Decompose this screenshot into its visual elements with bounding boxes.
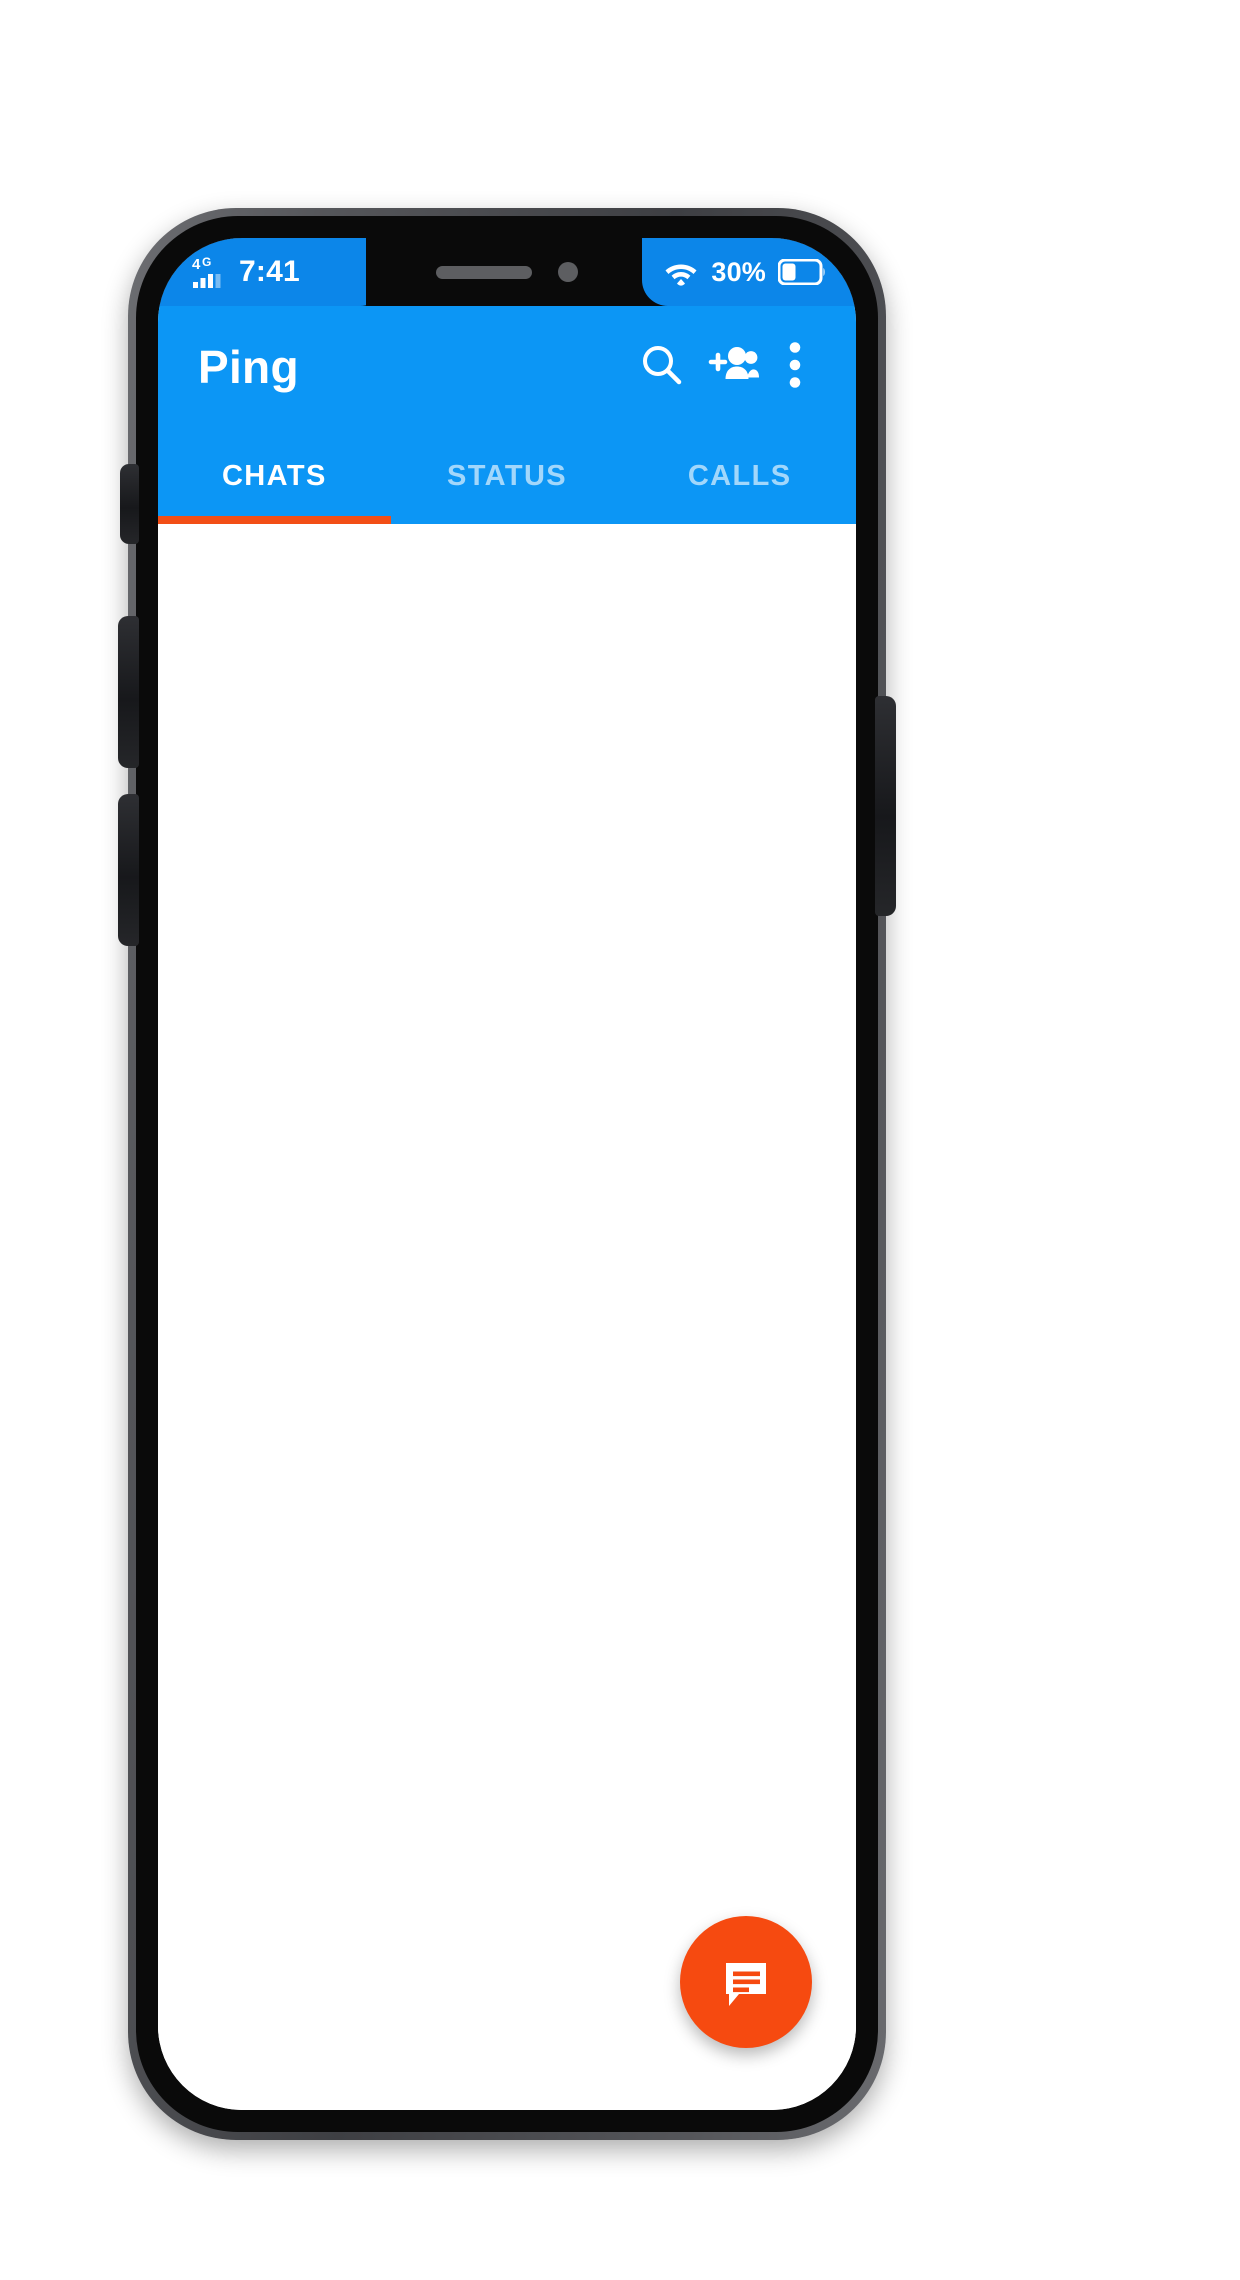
phone-body: 4 G 7:41 30% Ping CHATS STATUS CALLS <box>118 216 896 2132</box>
phone-screen: 4 G 7:41 30% Ping CHATS STATUS CALLS <box>158 238 856 2110</box>
tab-status[interactable]: STATUS <box>391 428 624 524</box>
add-people-icon <box>707 343 761 392</box>
chat-list[interactable] <box>158 524 856 2110</box>
wifi-icon <box>663 257 699 287</box>
volume-down-button[interactable] <box>118 794 139 946</box>
signal-bars-icon: 4 G <box>192 255 226 289</box>
status-bar-clock: 7:41 <box>239 255 300 288</box>
search-icon <box>639 342 685 393</box>
device-notch <box>366 238 648 306</box>
phone-frame: 4 G 7:41 30% Ping CHATS STATUS CALLS <box>118 208 896 2140</box>
app-bar: Ping <box>158 306 856 428</box>
front-camera <box>558 262 578 282</box>
status-bar: 4 G 7:41 30% <box>158 238 856 306</box>
battery-icon <box>777 258 826 286</box>
tab-bar: CHATS STATUS CALLS <box>158 428 856 524</box>
silent-switch[interactable] <box>120 464 139 544</box>
new-chat-fab[interactable] <box>680 1916 812 2048</box>
add-people-button[interactable] <box>698 331 770 403</box>
battery-percent-label: 30% <box>711 256 766 287</box>
chat-bubble-icon <box>716 1951 776 2014</box>
svg-text:4: 4 <box>192 256 201 273</box>
volume-up-button[interactable] <box>118 616 139 768</box>
status-bar-left: 4 G 7:41 <box>158 238 386 306</box>
app-title: Ping <box>198 341 299 393</box>
power-button[interactable] <box>875 696 896 916</box>
speaker-grille <box>436 265 532 279</box>
overflow-menu-button[interactable] <box>770 331 820 403</box>
status-bar-right: 30% <box>642 238 856 306</box>
tab-calls[interactable]: CALLS <box>623 428 856 524</box>
tab-chats[interactable]: CHATS <box>158 428 391 524</box>
overflow-menu-icon <box>788 341 802 394</box>
search-button[interactable] <box>626 331 698 403</box>
svg-text:G: G <box>202 255 211 269</box>
tab-indicator <box>158 516 391 524</box>
